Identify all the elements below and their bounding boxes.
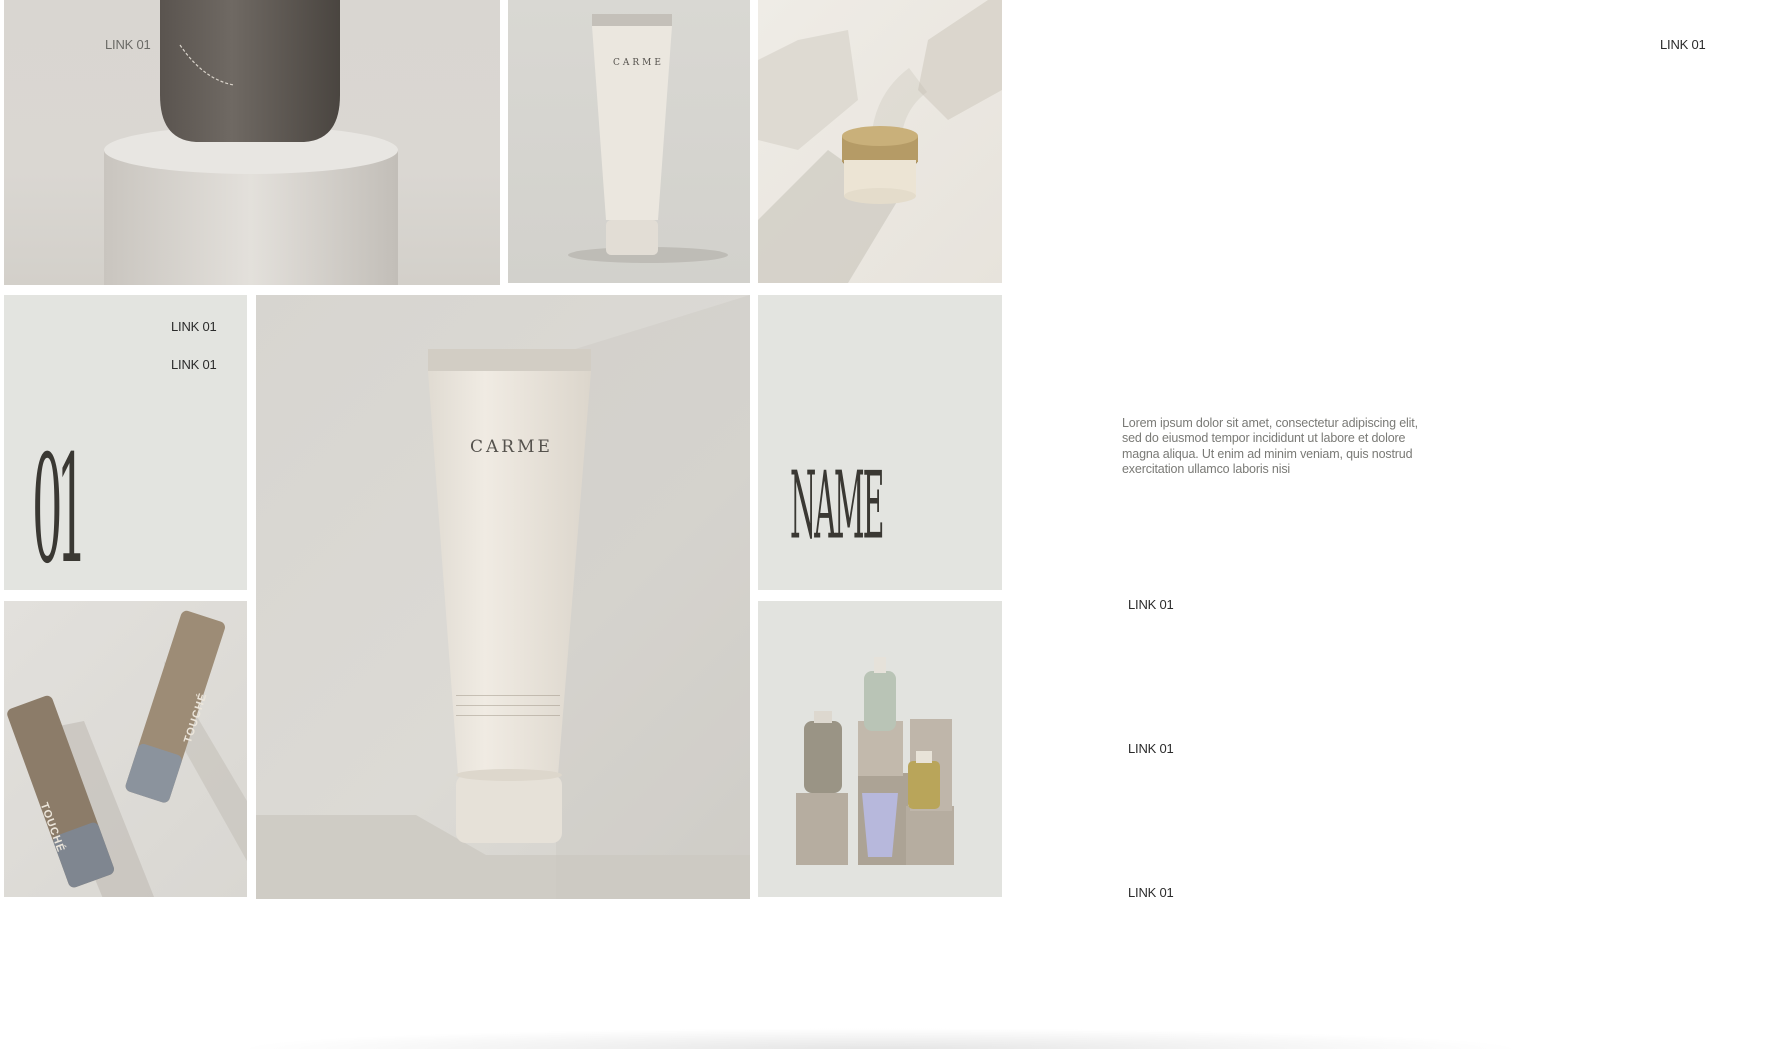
tile-small-tube[interactable]: CARME xyxy=(508,0,750,283)
tile-number-text: 01 xyxy=(32,424,87,590)
tile-number[interactable]: LINK 01 LINK 01 01 xyxy=(4,295,247,590)
main-tube-brand: CARME xyxy=(470,437,553,457)
side-link-2[interactable]: LINK 01 xyxy=(1128,741,1174,756)
tile-link-b[interactable]: LINK 01 xyxy=(171,357,217,372)
main-tube-image xyxy=(256,295,750,899)
tile-bottle-pedestal[interactable]: LINK 01 xyxy=(4,0,500,285)
small-tube-image xyxy=(568,14,728,263)
tile-link-a[interactable]: LINK 01 xyxy=(171,319,217,334)
bottom-shadow xyxy=(230,1028,1530,1049)
small-tube-brand: CARME xyxy=(613,58,664,68)
tile-product-stack[interactable] xyxy=(758,601,1002,897)
tile-two-bottles[interactable]: TOUCHÉ TOUCHÉ xyxy=(4,601,247,897)
tile-name-text: NAME xyxy=(790,453,885,563)
jar-rocks-image xyxy=(758,0,1002,283)
tile-main-tube[interactable]: CARME xyxy=(256,295,750,899)
two-bottles-image xyxy=(7,610,247,897)
tile-name[interactable]: NAME xyxy=(758,295,1002,590)
tile-jar-rocks[interactable] xyxy=(758,0,1002,283)
bottle-pedestal-image xyxy=(104,0,398,285)
side-link-1[interactable]: LINK 01 xyxy=(1128,597,1174,612)
product-stack-image xyxy=(796,657,954,865)
intro-paragraph: Lorem ipsum dolor sit amet, consectetur … xyxy=(1122,415,1418,477)
tile-link-top-left[interactable]: LINK 01 xyxy=(105,37,151,52)
main-tube-fine-print xyxy=(456,695,560,725)
side-link-3[interactable]: LINK 01 xyxy=(1128,885,1174,900)
nav-link-top-right[interactable]: LINK 01 xyxy=(1660,37,1706,52)
